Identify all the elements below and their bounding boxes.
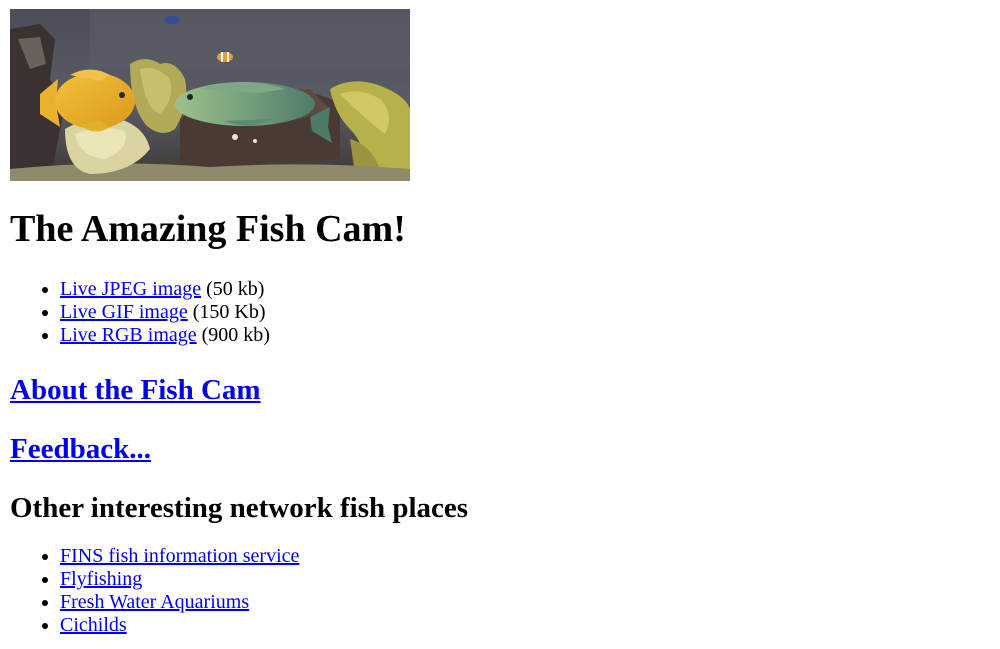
list-item: Live RGB image (900 kb) xyxy=(60,324,990,347)
flyfishing-link[interactable]: Flyfishing xyxy=(60,568,142,590)
camera-image-list: Live JPEG image (50 kb) Live GIF image (… xyxy=(10,278,990,347)
other-places-heading: Other interesting network fish places xyxy=(10,492,469,524)
list-item: Flyfishing xyxy=(60,568,990,591)
list-item: Cichilds xyxy=(60,614,990,637)
list-item: FINS fish information service xyxy=(60,545,990,568)
fins-link[interactable]: FINS fish information service xyxy=(60,545,299,567)
cichilds-link[interactable]: Cichilds xyxy=(60,614,127,636)
list-item: Live JPEG image (50 kb) xyxy=(60,278,990,301)
page-title: The Amazing Fish Cam! xyxy=(10,208,406,250)
fresh-water-aquariums-link[interactable]: Fresh Water Aquariums xyxy=(60,591,249,613)
live-jpeg-link[interactable]: Live JPEG image xyxy=(60,278,201,300)
feedback-heading: Feedback... xyxy=(10,432,990,466)
page-content: The Amazing Fish Cam! Live JPEG image (5… xyxy=(10,9,990,637)
about-heading: About the Fish Cam xyxy=(10,373,990,407)
fish-places-list: FINS fish information service Flyfishing… xyxy=(10,545,990,637)
file-size-label: (150 Kb) xyxy=(187,301,266,323)
list-item: Fresh Water Aquariums xyxy=(60,591,990,614)
file-size-label: (900 kb) xyxy=(196,324,270,346)
fish-tank-image xyxy=(10,9,410,181)
live-gif-link[interactable]: Live GIF image xyxy=(60,301,188,323)
feedback-link[interactable]: Feedback... xyxy=(10,433,151,465)
list-item: Live GIF image (150 Kb) xyxy=(60,301,990,324)
live-rgb-link[interactable]: Live RGB image xyxy=(60,324,197,346)
file-size-label: (50 kb) xyxy=(201,278,265,300)
about-fish-cam-link[interactable]: About the Fish Cam xyxy=(10,374,261,406)
